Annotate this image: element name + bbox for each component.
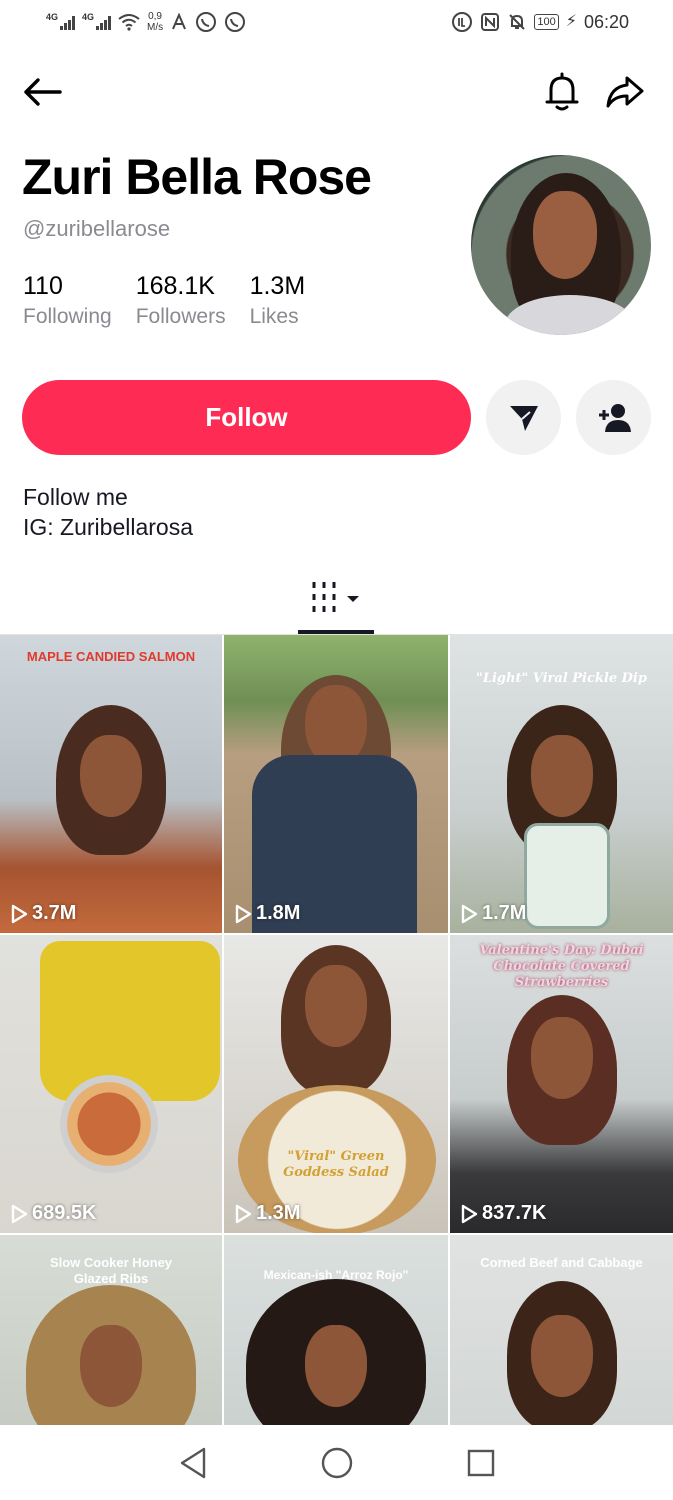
stat-likes: 1.3M Likes: [250, 272, 306, 329]
video-caption: "Viral" Green Goddess Salad: [283, 1149, 389, 1180]
video-thumbnail-face: [530, 1017, 593, 1099]
status-left: 4G 4G 0,9 M/s: [46, 11, 246, 33]
video-thumbnail-face: [80, 735, 142, 817]
arrow-left-icon: [24, 78, 62, 106]
video-tile[interactable]: Slow Cooker Honey Glazed Ribs: [0, 1235, 222, 1425]
play-icon: [235, 904, 252, 923]
whatsapp-business-icon: [225, 12, 246, 32]
bio: Follow me IG: Zuribellarosa: [23, 482, 193, 542]
navigation-icon: [172, 13, 187, 30]
play-icon: [11, 1204, 28, 1223]
username: @zuribellarose: [23, 216, 171, 241]
nfc-icon: [481, 13, 500, 31]
video-tile[interactable]: "Light" Viral Pickle Dip 1.7M: [450, 635, 673, 933]
battery-icon: 100: [534, 14, 559, 30]
volte-icon: [452, 12, 473, 32]
video-views: 1.3M: [234, 1202, 300, 1225]
network-speed: 0,9 M/s: [147, 11, 164, 33]
bio-line-instagram: IG: Zuribellarosa: [23, 514, 194, 540]
video-views: 837.7K: [460, 1202, 547, 1225]
avatar-face: [533, 191, 597, 279]
video-caption: Valentine's Day: Dubai Chocolate Covered…: [479, 943, 644, 990]
video-thumbnail-face: [80, 1325, 142, 1407]
stat-followers[interactable]: 168.1K Followers: [136, 272, 226, 329]
video-tile[interactable]: MAPLE CANDIED SALMON 3.7M: [0, 635, 222, 933]
follow-button[interactable]: Follow: [22, 380, 471, 455]
status-right: 100 ⚡ 06:20: [451, 11, 629, 33]
back-button[interactable]: [20, 68, 64, 116]
whatsapp-icon: [196, 12, 217, 32]
followers-count: 168.1K: [135, 272, 215, 300]
video-caption: Corned Beef and Cabbage: [480, 1255, 643, 1270]
video-views: 3.7M: [10, 902, 76, 925]
followers-label: Followers: [135, 305, 226, 328]
following-count: 110: [23, 272, 63, 300]
video-tile[interactable]: Valentine's Day: Dubai Chocolate Covered…: [450, 935, 673, 1233]
video-views: 1.8M: [234, 902, 300, 925]
following-label: Following: [23, 305, 112, 328]
video-caption: MAPLE CANDIED SALMON: [26, 649, 196, 664]
clock: 06:20: [583, 11, 629, 32]
display-name: Zuri Bella Rose: [22, 149, 372, 205]
system-navigation-bar: [0, 1425, 673, 1500]
wifi-icon: [118, 14, 140, 31]
video-caption: "Light" Viral Pickle Dip: [476, 671, 647, 686]
signal-icon-2: 4G: [82, 12, 111, 30]
video-thumbnail-face: [530, 1315, 593, 1397]
tab-videos[interactable]: [299, 575, 374, 633]
signal-icon: 4G: [46, 12, 75, 30]
video-tile[interactable]: 689.5K: [0, 935, 222, 1233]
video-tile[interactable]: Corned Beef and Cabbage: [450, 1235, 673, 1425]
nav-back-button[interactable]: [168, 1438, 218, 1488]
circle-home-icon: [321, 1447, 352, 1478]
video-thumbnail-bowl: [60, 1075, 158, 1173]
video-caption: Mexican-ish "Arroz Rojo": [263, 1268, 409, 1282]
video-tile[interactable]: "Viral" Green Goddess Salad 1.3M: [224, 935, 448, 1233]
likes-label: Likes: [249, 305, 299, 328]
video-thumbnail-face: [305, 1325, 367, 1407]
charging-icon: ⚡: [565, 13, 577, 30]
video-thumbnail-face: [530, 735, 593, 817]
bio-line: Follow me: [23, 484, 128, 510]
play-icon: [11, 904, 28, 923]
notification-bell-button[interactable]: [540, 68, 584, 116]
likes-count: 1.3M: [249, 272, 306, 300]
play-icon: [461, 1204, 478, 1223]
video-views: 1.7M: [460, 902, 526, 925]
square-recents-icon: [467, 1449, 494, 1476]
nav-recents-button[interactable]: [456, 1438, 506, 1488]
video-thumbnail-shirt: [40, 941, 220, 1101]
video-caption: Slow Cooker Honey Glazed Ribs: [49, 1255, 173, 1286]
mute-bell-icon: [509, 14, 526, 30]
play-icon: [461, 904, 478, 923]
bell-icon: [545, 72, 579, 111]
video-grid: MAPLE CANDIED SALMON 3.7M 1.8M "Light" V…: [0, 635, 673, 1425]
share-button[interactable]: [603, 68, 647, 116]
video-thumbnail-face: [305, 965, 367, 1047]
video-grid-icon: [312, 582, 359, 612]
video-views: 689.5K: [10, 1202, 97, 1225]
share-arrow-icon: [606, 76, 644, 108]
status-bar: 4G 4G 0,9 M/s 100 ⚡ 06:20: [0, 0, 673, 44]
nav-home-button[interactable]: [312, 1438, 362, 1488]
avatar[interactable]: [471, 155, 651, 335]
video-tile[interactable]: Mexican-ish "Arroz Rojo": [224, 1235, 448, 1425]
play-icon: [235, 1204, 252, 1223]
video-tile[interactable]: 1.8M: [224, 635, 448, 933]
profile-header: [0, 68, 673, 116]
profile-stats: 110 Following 168.1K Followers 1.3M Like…: [23, 272, 305, 329]
paper-plane-icon: [509, 405, 538, 431]
stat-following[interactable]: 110 Following: [23, 272, 112, 329]
add-user-icon: [598, 403, 631, 432]
triangle-back-icon: [180, 1447, 205, 1478]
message-button[interactable]: [486, 380, 561, 455]
add-friend-button[interactable]: [576, 380, 651, 455]
video-thumbnail-cup: [524, 823, 610, 929]
